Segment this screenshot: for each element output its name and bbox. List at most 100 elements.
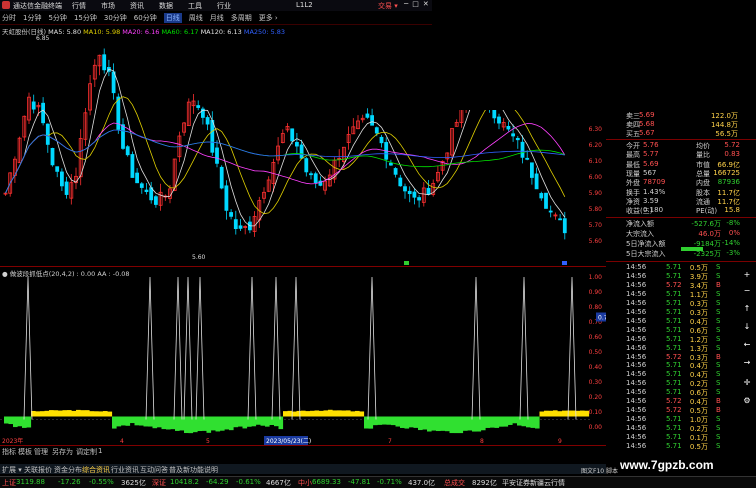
aa-bar xyxy=(431,416,437,431)
candle xyxy=(304,158,309,173)
menu-item-industry[interactable]: 行业 xyxy=(217,1,231,11)
aa-bar xyxy=(121,416,126,426)
aa-bar xyxy=(395,416,401,427)
aa-bar xyxy=(67,410,72,417)
menu-item-tools[interactable]: 工具 xyxy=(188,1,202,11)
stat-label: PE(动) xyxy=(696,207,718,216)
signal-spike xyxy=(173,276,183,420)
arrow-up-icon[interactable]: ↑ xyxy=(742,304,752,314)
tick-side: S xyxy=(716,442,721,450)
period-tab[interactable]: 15分钟 xyxy=(74,13,97,23)
stat-value: 5.76 xyxy=(643,141,659,149)
aa-bar xyxy=(116,416,122,427)
trade-button[interactable]: 交易 ▾ xyxy=(378,1,398,11)
tick-price: 5.72 xyxy=(666,280,682,289)
title-bar: 通达信金融终端 行情 市场 资讯 数据 工具 行业 L1L2 交易 ▾ ─ □ … xyxy=(0,0,432,11)
tick-price: 5.72 xyxy=(666,397,682,406)
zoom-out-icon[interactable]: − xyxy=(742,286,752,296)
nav-news[interactable]: 综合资讯 xyxy=(82,465,110,475)
order-row: 卖四 5.68 144.8万 xyxy=(606,120,756,129)
arrow-down-icon[interactable]: ↓ xyxy=(742,322,752,332)
watermark: www.7gpzb.com xyxy=(620,458,714,472)
period-tab[interactable]: 5分钟 xyxy=(48,13,66,23)
nav-feature-notes[interactable]: 普及新功能说明 xyxy=(169,465,218,475)
period-tab[interactable]: 60分钟 xyxy=(134,13,157,23)
menu-item-news[interactable]: 资讯 xyxy=(130,1,144,11)
flow-label: 净流入额 xyxy=(626,220,654,228)
menu-item-market[interactable]: 市场 xyxy=(101,1,115,11)
tick-price: 5.71 xyxy=(666,343,682,352)
code-box[interactable]: L1L2 xyxy=(296,1,313,9)
order-price: 5.67 xyxy=(639,129,655,137)
stat-row: 收益(三) 0.180 PE(动) 15.8 xyxy=(606,206,756,215)
period-tab[interactable]: 多周期 xyxy=(231,13,252,23)
candle xyxy=(393,168,398,175)
nav-industry-news[interactable]: 行业资讯 xyxy=(111,465,139,475)
flow-pct: -8% xyxy=(726,219,740,227)
status-sh-pct: -0.55% xyxy=(89,478,114,486)
tab-manage[interactable]: 管理 xyxy=(34,447,48,457)
aa-bar xyxy=(427,416,432,432)
tick-row: 14:56 5.72 3.4万 B xyxy=(606,281,756,290)
aa-bar xyxy=(134,416,140,426)
period-tab[interactable]: 1分钟 xyxy=(23,13,41,23)
aa-bar xyxy=(548,410,554,417)
candle xyxy=(370,115,375,126)
aa-bar xyxy=(544,410,549,417)
aa-bar xyxy=(238,416,243,427)
quote-panel: 卖三 5.69 122.0万 卖四 5.68 144.8万 买五 5.67 56.5万 今开 5.7… xyxy=(606,110,756,460)
candle xyxy=(233,219,238,230)
arrow-right-icon[interactable]: → xyxy=(742,358,752,368)
aa-bar xyxy=(436,416,441,432)
status-sz-chg: -64.29 xyxy=(206,478,229,486)
arrow-left-icon[interactable]: ← xyxy=(742,340,752,350)
menu-item-hq[interactable]: 行情 xyxy=(72,1,86,11)
period-tab[interactable]: 月线 xyxy=(210,13,224,23)
tab-customize[interactable]: 调定制 xyxy=(76,447,97,457)
indicator-y-tick: 0.40 xyxy=(589,364,603,371)
period-tab[interactable]: 30分钟 xyxy=(104,13,127,23)
tick-side: B xyxy=(716,397,721,406)
close-icon[interactable]: ✕ xyxy=(423,0,429,8)
tab-template[interactable]: 模板 xyxy=(18,447,32,457)
period-tab[interactable]: 分时 xyxy=(2,13,16,23)
tick-price: 5.71 xyxy=(666,415,682,424)
zoom-in-icon[interactable]: + xyxy=(742,270,752,280)
maximize-icon[interactable]: □ xyxy=(412,0,419,8)
tab-number[interactable]: 1 xyxy=(98,447,102,455)
period-toolbar: 分时 1分钟 5分钟 15分钟 30分钟 60分钟 日线 周线 月线 多周期 更… xyxy=(0,12,432,23)
aa-bar xyxy=(350,411,356,417)
nav-related-quote[interactable]: 关联报价 xyxy=(24,465,52,475)
nav-expand[interactable]: 扩展 ▾ xyxy=(2,465,22,475)
date-label: 9 xyxy=(558,438,562,445)
cross-icon[interactable]: ✛ xyxy=(742,378,752,388)
candle xyxy=(45,123,50,145)
indicator-panel[interactable]: ● 做波段抓低点(20,4,2) : 0.00 AA : -0.08 1.00 0… xyxy=(0,266,606,445)
minimize-icon[interactable]: ─ xyxy=(404,0,408,8)
nav-fund-dist[interactable]: 资金分布 xyxy=(54,465,82,475)
stat-value: 166725 xyxy=(713,168,740,177)
gear-icon[interactable]: ⚙ xyxy=(742,396,752,406)
y-tick-label: 6.10 xyxy=(589,158,603,165)
aa-bar xyxy=(94,411,99,417)
candle xyxy=(539,193,544,199)
period-tab[interactable]: 周线 xyxy=(189,13,203,23)
stat-value: 0.83 xyxy=(724,150,740,159)
tick-row: 14:56 5.71 1.3万 S xyxy=(606,344,756,353)
candle xyxy=(121,124,125,149)
period-tab-active[interactable]: 日线 xyxy=(163,13,182,23)
period-tab[interactable]: 更多 › xyxy=(259,13,278,23)
menu-item-data[interactable]: 数据 xyxy=(159,1,173,11)
tab-saveas[interactable]: 另存为 xyxy=(52,447,73,457)
tick-time: 14:56 xyxy=(626,334,647,343)
tick-row: 14:56 5.71 1.1万 S xyxy=(606,290,756,299)
nav-qa[interactable]: 互动问答 xyxy=(140,465,168,475)
tick-row: 14:56 5.71 0.2万 S xyxy=(606,379,756,388)
candle xyxy=(299,144,304,159)
tab-indicator[interactable]: 指标 xyxy=(2,447,16,457)
app-name: 通达信金融终端 xyxy=(13,2,62,10)
aa-bar xyxy=(521,416,527,427)
tick-side: S xyxy=(716,415,721,424)
candle xyxy=(497,116,501,124)
f10-label[interactable]: 图文F10 脚本 xyxy=(581,466,618,475)
